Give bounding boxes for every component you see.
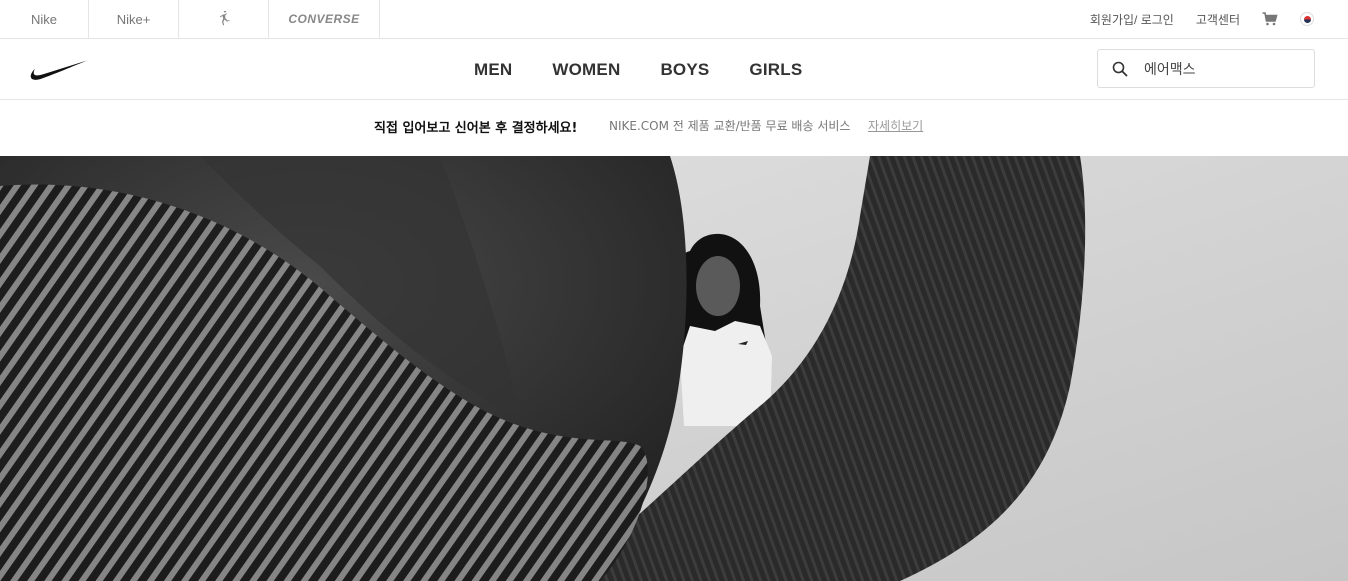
nav-item-girls[interactable]: GIRLS <box>749 60 802 80</box>
jumpman-icon <box>219 11 230 26</box>
utility-links: 회원가입/ 로그인 고객센터 <box>1090 0 1314 38</box>
main-header: MEN WOMEN BOYS GIRLS <box>0 39 1348 100</box>
search-icon[interactable] <box>1112 61 1128 77</box>
promo-bar: 직접 입어보고 신어본 후 결정하세요! NIKE.COM 전 제품 교환/반품… <box>0 100 1348 156</box>
brand-tab-nike[interactable]: Nike <box>0 0 89 38</box>
brand-tab-converse[interactable]: CONVERSE <box>269 0 380 38</box>
brand-tabs: Nike Nike+ CONVERSE <box>0 0 380 38</box>
promo-subtext: NIKE.COM 전 제품 교환/반품 무료 배송 서비스 <box>609 119 851 133</box>
nike-swoosh-icon[interactable] <box>30 59 88 81</box>
main-nav: MEN WOMEN BOYS GIRLS <box>474 39 842 100</box>
hero-banner[interactable] <box>0 156 1348 581</box>
promo-headline: 직접 입어보고 신어본 후 결정하세요! <box>374 121 578 136</box>
brand-tab-jordan[interactable] <box>179 0 269 38</box>
search-box[interactable] <box>1097 49 1315 88</box>
korea-flag-icon[interactable] <box>1300 12 1314 26</box>
search-input[interactable] <box>1144 60 1294 77</box>
hero-image <box>0 156 1348 581</box>
nav-item-women[interactable]: WOMEN <box>552 60 620 80</box>
join-login-link[interactable]: 회원가입/ 로그인 <box>1090 11 1174 28</box>
brand-tab-label: Nike <box>30 11 57 27</box>
nav-item-boys[interactable]: BOYS <box>660 60 709 80</box>
brand-tab-label: Nike+ <box>116 11 151 27</box>
customer-service-link[interactable]: 고객센터 <box>1196 11 1240 28</box>
nav-item-men[interactable]: MEN <box>474 60 512 80</box>
utility-bar: Nike Nike+ CONVERSE 회원가입/ 로그인 고객센터 <box>0 0 1348 39</box>
promo-details-link[interactable]: 자세히보기 <box>868 117 923 134</box>
cart-icon[interactable] <box>1262 12 1278 26</box>
brand-tab-nike-plus[interactable]: Nike+ <box>89 0 179 38</box>
brand-tab-label: CONVERSE <box>288 12 360 26</box>
